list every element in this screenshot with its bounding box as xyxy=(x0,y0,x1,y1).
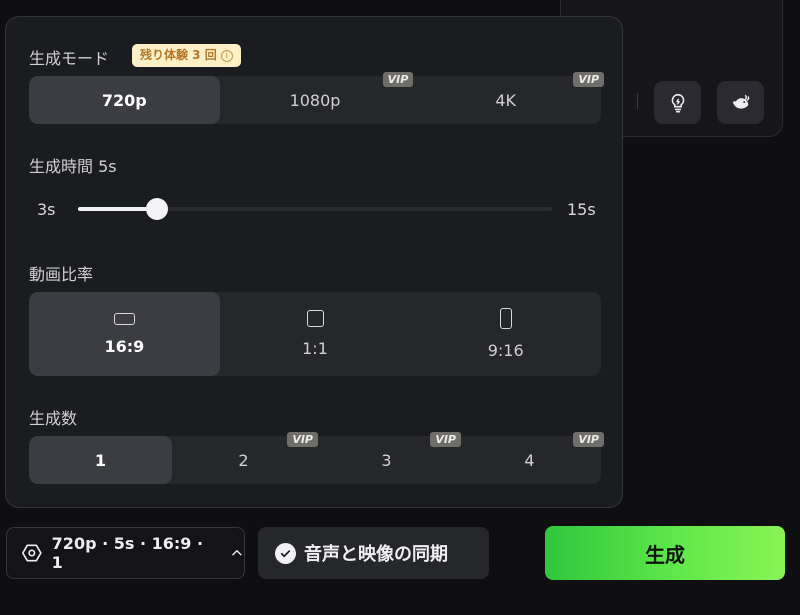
duration-max-label: 15s xyxy=(567,200,596,219)
aspect-option-label: 1:1 xyxy=(302,339,328,358)
aspect-ratio-label: 動画比率 xyxy=(29,265,94,284)
portrait-rect-icon xyxy=(499,308,512,329)
duration-slider[interactable] xyxy=(78,198,552,220)
aspect-option-label: 9:16 xyxy=(487,341,524,360)
vip-badge: VIP xyxy=(573,72,605,87)
aspect-option-label: 16:9 xyxy=(104,336,145,356)
inspiration-button[interactable] xyxy=(654,81,701,124)
av-sync-toggle[interactable]: 音声と映像の同期 xyxy=(258,527,489,579)
lightbulb-icon xyxy=(671,93,684,113)
av-sync-label: 音声と映像の同期 xyxy=(304,544,448,565)
mode-option-4k[interactable]: 4K VIP xyxy=(410,72,605,124)
trial-badge-text: 残り体験 3 回 xyxy=(140,48,217,62)
vip-badge: VIP xyxy=(573,432,604,447)
mode-label: 生成モード xyxy=(29,49,110,68)
check-circle-icon xyxy=(275,542,296,564)
vip-badge: VIP xyxy=(287,432,318,447)
toolbar-divider xyxy=(637,93,638,109)
mode-option-1080p[interactable]: 1080p VIP xyxy=(220,72,414,124)
vip-badge: VIP xyxy=(430,432,461,447)
duration-min-label: 3s xyxy=(37,200,56,219)
slider-thumb[interactable] xyxy=(145,198,168,220)
chevron-up-icon xyxy=(232,550,242,556)
generate-button[interactable]: 生成 xyxy=(545,526,785,580)
aspect-option-16-9[interactable]: 16:9 xyxy=(29,292,220,376)
settings-summary-button[interactable]: 720p · 5s · 16:9 · 1 xyxy=(6,527,245,579)
count-option-label: 1 xyxy=(94,450,107,470)
mode-selector: 720p 1080p VIP 4K VIP xyxy=(29,72,605,124)
count-option-label: 2 xyxy=(238,450,249,470)
aspect-option-1-1[interactable]: 1:1 xyxy=(220,292,411,376)
settings-summary-text: 720p · 5s · 16:9 · 1 xyxy=(51,534,204,572)
count-option-1[interactable]: 1 xyxy=(29,436,172,484)
mode-option-label: 720p xyxy=(101,90,147,110)
info-icon[interactable]: i xyxy=(220,49,233,62)
count-option-2[interactable]: 2 VIP xyxy=(172,432,318,484)
count-option-3[interactable]: 3 VIP xyxy=(315,432,461,484)
generate-label: 生成 xyxy=(645,542,685,567)
vip-badge: VIP xyxy=(382,72,414,87)
mode-option-label: 1080p xyxy=(289,90,341,110)
aspect-option-9-16[interactable]: 9:16 xyxy=(410,292,601,376)
count-label: 生成数 xyxy=(29,409,78,428)
square-icon xyxy=(306,310,324,327)
generation-settings-panel: 生成モード 残り体験 3 回 i 720p 1080p VIP 4K VIP 生… xyxy=(5,16,623,508)
landscape-rect-icon xyxy=(113,312,135,325)
mode-option-720p[interactable]: 720p xyxy=(29,76,220,124)
count-option-label: 4 xyxy=(524,450,535,470)
trial-remaining-badge: 残り体験 3 回 i xyxy=(132,44,241,67)
count-option-label: 3 xyxy=(381,450,392,470)
hexagon-settings-icon xyxy=(21,544,42,562)
duration-label: 生成時間 5s xyxy=(29,157,117,176)
model-button[interactable] xyxy=(717,81,764,124)
aspect-ratio-selector: 16:9 1:1 9:16 xyxy=(29,292,601,376)
whale-icon xyxy=(732,94,749,109)
count-option-4[interactable]: 4 VIP xyxy=(458,432,604,484)
mode-option-label: 4K xyxy=(495,90,517,110)
count-selector: 1 2 VIP 3 VIP 4 VIP xyxy=(29,432,604,484)
